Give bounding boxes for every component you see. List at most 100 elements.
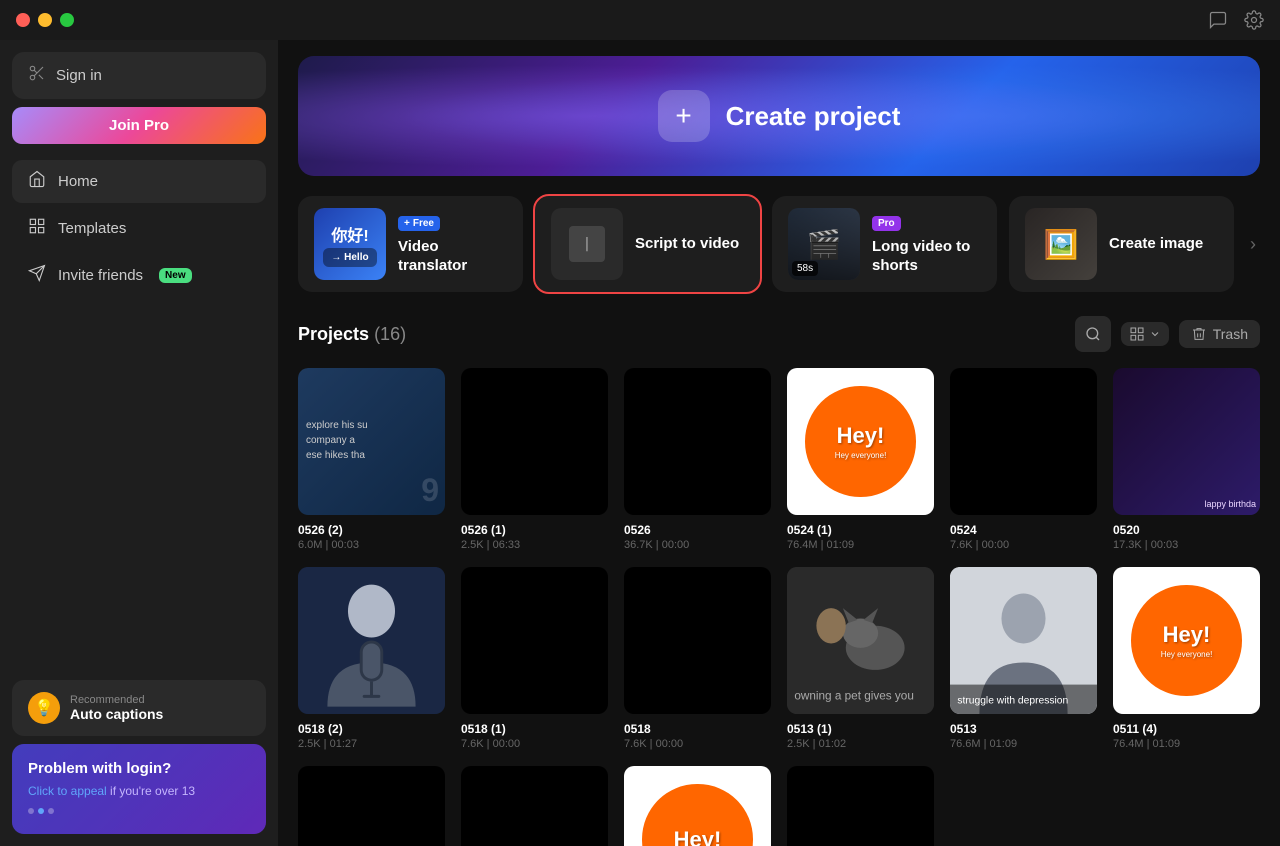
templates-icon (28, 217, 46, 240)
problem-dots (28, 808, 250, 814)
feature-card-long-video[interactable]: 58s 🎬 Pro Long video to shorts (772, 196, 997, 292)
project-thumb-0526 (624, 368, 771, 515)
project-name: 0520 (1113, 523, 1260, 537)
project-item-0524[interactable]: 0524 7.6K | 00:00 (950, 368, 1097, 551)
video-translator-info: + Free Video translator (398, 213, 507, 276)
project-item-row3-3[interactable]: Hey! (624, 766, 771, 846)
project-thumb-0526-2: explore his su company a ese hikes tha 9 (298, 368, 445, 515)
recommended-label: Recommended (70, 694, 163, 706)
home-icon (28, 170, 46, 193)
project-item-0513-1[interactable]: owning a pet gives you 0513 (1) 2.5K | 0… (787, 567, 934, 750)
settings-icon[interactable] (1244, 10, 1264, 30)
project-item-0520[interactable]: lappy birthda 0520 17.3K | 00:03 (1113, 368, 1260, 551)
project-thumb-0524-1: Hey! Hey everyone! (787, 368, 934, 515)
problem-card-content: Problem with login? Click to appeal if y… (28, 760, 250, 814)
project-item-0518-2[interactable]: 0518 (2) 2.5K | 01:27 (298, 567, 445, 750)
problem-desc: Click to appeal if you're over 13 (28, 783, 250, 800)
project-name: 0518 (2) (298, 722, 445, 736)
join-pro-button[interactable]: Join Pro (12, 107, 266, 144)
project-name: 0518 (1) (461, 722, 608, 736)
sidebar-item-templates[interactable]: Templates (12, 207, 266, 250)
features-arrow[interactable]: › (1246, 196, 1260, 292)
create-project-banner[interactable]: + Create project (298, 56, 1260, 176)
create-image-thumb: 🖼️ (1025, 208, 1097, 280)
signin-button[interactable]: Sign in (12, 52, 266, 99)
minimize-button[interactable] (38, 13, 52, 27)
project-thumb-row3-4 (787, 766, 934, 846)
project-name: 0526 (1) (461, 523, 608, 537)
project-name: 0524 (950, 523, 1097, 537)
recommended-auto-captions[interactable]: 💡 Recommended Auto captions (12, 680, 266, 736)
script-to-video-thumb: | (551, 208, 623, 280)
svg-text:struggle with depression: struggle with depression (957, 696, 1068, 707)
problem-title: Problem with login? (28, 760, 250, 777)
traffic-lights (16, 13, 74, 27)
project-meta: 76.6M | 01:09 (950, 738, 1097, 750)
dot-2 (38, 808, 44, 814)
long-video-info: Pro Long video to shorts (872, 213, 981, 276)
create-image-name: Create image (1109, 234, 1218, 254)
project-thumb-row3-3: Hey! (624, 766, 771, 846)
sidebar: Sign in Join Pro Home (0, 40, 278, 846)
project-item-row3-1[interactable] (298, 766, 445, 846)
long-video-name: Long video to shorts (872, 237, 981, 276)
close-button[interactable] (16, 13, 30, 27)
bulb-icon: 💡 (28, 692, 60, 724)
project-thumb-0518-1 (461, 567, 608, 714)
recommended-text: Recommended Auto captions (70, 694, 163, 722)
project-item-0511-4[interactable]: Hey! Hey everyone! 0511 (4) 76.4M | 01:0… (1113, 567, 1260, 750)
sidebar-item-home[interactable]: Home (12, 160, 266, 203)
project-item-row3-2[interactable] (461, 766, 608, 846)
pro-badge: Pro (872, 216, 901, 231)
project-item-0526-1[interactable]: 0526 (1) 2.5K | 06:33 (461, 368, 608, 551)
problem-login-card[interactable]: Problem with login? Click to appeal if y… (12, 744, 266, 834)
script-to-video-info: Script to video (635, 234, 744, 254)
project-name: 0518 (624, 722, 771, 736)
project-meta: 7.6K | 00:00 (950, 539, 1097, 551)
project-thumb-0518 (624, 567, 771, 714)
project-meta: 7.6K | 00:00 (461, 738, 608, 750)
projects-actions: Trash (1075, 316, 1260, 352)
sidebar-item-invite[interactable]: Invite friends New (12, 254, 266, 297)
signin-label: Sign in (56, 67, 102, 84)
project-name: 0526 (624, 523, 771, 537)
projects-search-button[interactable] (1075, 316, 1111, 352)
project-meta: 36.7K | 00:00 (624, 539, 771, 551)
project-thumb-row3-2 (461, 766, 608, 846)
chat-icon[interactable] (1208, 10, 1228, 30)
appeal-link[interactable]: Click to appeal (28, 784, 107, 798)
feature-card-video-translator[interactable]: 你好! → Hello + Free Video translator (298, 196, 523, 292)
project-meta: 2.5K | 06:33 (461, 539, 608, 551)
main-content: + Create project 你好! → Hello + Free Vide… (278, 40, 1280, 846)
video-translator-thumb: 你好! → Hello (314, 208, 386, 280)
project-item-0518-1[interactable]: 0518 (1) 7.6K | 00:00 (461, 567, 608, 750)
project-item-0524-1[interactable]: Hey! Hey everyone! 0524 (1) 76.4M | 01:0… (787, 368, 934, 551)
create-project-label: Create project (726, 101, 901, 132)
svg-text:owning a pet gives you: owning a pet gives you (794, 689, 914, 702)
trash-label: Trash (1213, 326, 1248, 342)
app-layout: Sign in Join Pro Home (0, 40, 1280, 846)
home-label: Home (58, 173, 98, 190)
project-meta: 76.4M | 01:09 (1113, 738, 1260, 750)
project-item-row3-4[interactable] (787, 766, 934, 846)
project-meta: 6.0M | 00:03 (298, 539, 445, 551)
feature-card-script-to-video[interactable]: | Script to video (535, 196, 760, 292)
invite-label: Invite friends (58, 267, 143, 284)
video-translator-name: Video translator (398, 237, 507, 276)
trash-button[interactable]: Trash (1179, 320, 1260, 348)
create-plus-icon: + (658, 90, 710, 142)
projects-count: (16) (374, 324, 406, 344)
project-item-0526-2[interactable]: explore his su company a ese hikes tha 9… (298, 368, 445, 551)
view-toggle-button[interactable] (1121, 322, 1169, 346)
dot-3 (48, 808, 54, 814)
dot-1 (28, 808, 34, 814)
project-name: 0526 (2) (298, 523, 445, 537)
project-thumb-0526-1 (461, 368, 608, 515)
maximize-button[interactable] (60, 13, 74, 27)
project-item-0513[interactable]: struggle with depression 0513 76.6M | 01… (950, 567, 1097, 750)
project-item-0518[interactable]: 0518 7.6K | 00:00 (624, 567, 771, 750)
project-item-0526[interactable]: 0526 36.7K | 00:00 (624, 368, 771, 551)
feature-card-create-image[interactable]: 🖼️ Create image (1009, 196, 1234, 292)
project-meta: 17.3K | 00:03 (1113, 539, 1260, 551)
features-strip: 你好! → Hello + Free Video translator | (298, 196, 1260, 292)
